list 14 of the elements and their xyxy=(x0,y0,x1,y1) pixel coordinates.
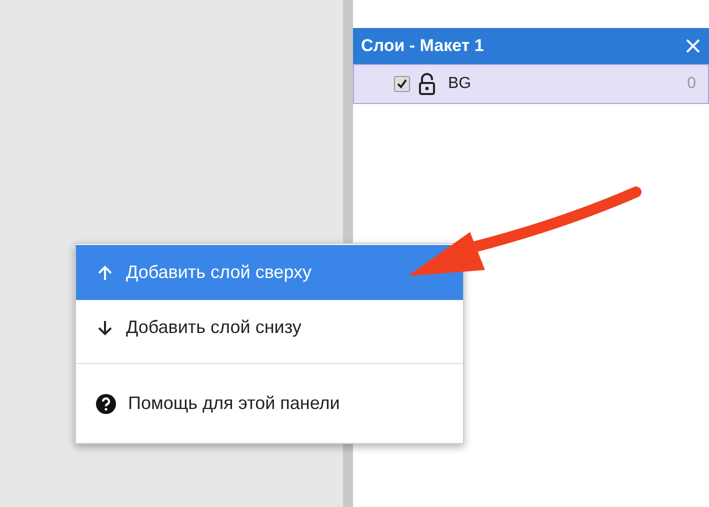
arrow-down-icon xyxy=(96,318,114,336)
layer-value: 0 xyxy=(687,75,696,93)
help-icon xyxy=(96,394,116,414)
menu-item[interactable]: Помощь для этой панели xyxy=(76,376,463,431)
visibility-checkbox[interactable] xyxy=(394,76,410,92)
menu-item[interactable]: Добавить слой снизу xyxy=(76,300,463,355)
panel-title: Слои - Макет 1 xyxy=(361,36,484,56)
close-icon xyxy=(685,38,701,54)
close-button[interactable] xyxy=(685,38,701,54)
unlocked-padlock-icon[interactable] xyxy=(418,73,436,95)
layer-name: BG xyxy=(448,75,472,93)
arrow-up-icon xyxy=(96,264,114,282)
menu-item[interactable]: Добавить слой сверху xyxy=(76,245,463,300)
layer-row[interactable]: BG 0 xyxy=(353,64,709,104)
